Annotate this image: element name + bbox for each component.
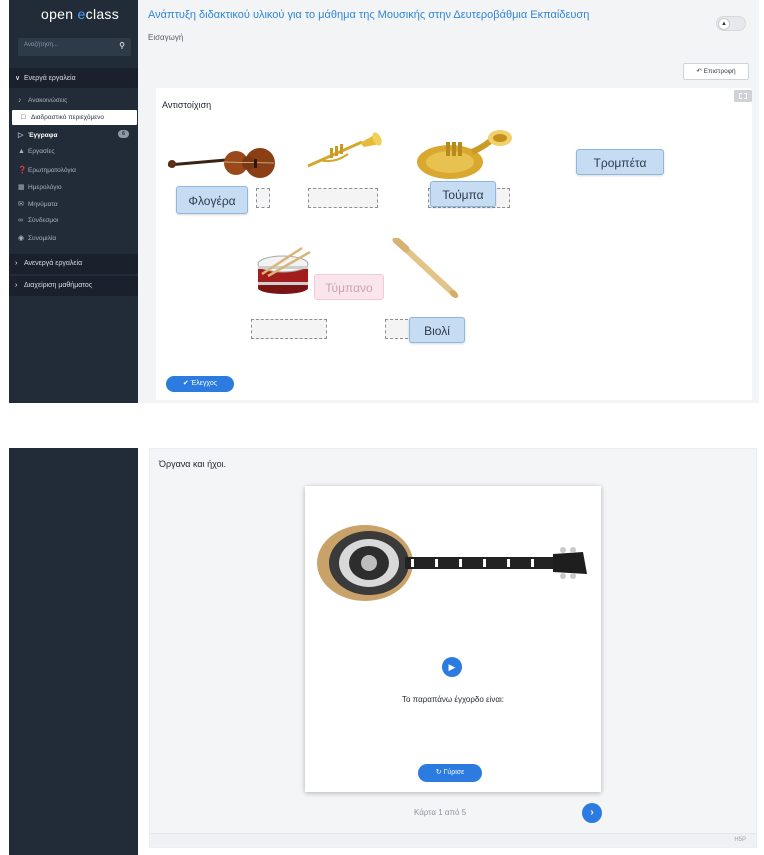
sidebar-section-course-admin[interactable]: › Διαχείριση μαθήματος [9,276,138,296]
sidebar: open eclass Αναζήτηση... ⚲ ∨ Ενεργά εργαλ… [9,0,138,403]
mandolin-image [317,525,587,601]
sidebar-item-messages[interactable]: ✉ Μηνύματα [9,196,138,211]
check-circle-icon: ✔ [182,380,189,387]
flask-icon: ▲ [18,148,25,155]
chevron-right-icon: › [590,807,594,818]
sidebar-section-inactive-tools[interactable]: › Ανενεργά εργαλεία [9,254,138,274]
next-card-button[interactable]: › [582,803,602,823]
sidebar-item-calendar[interactable]: ▦ Ημερολόγιο [9,179,138,194]
section-title: Όργανα και ήχοι. [159,459,227,469]
draggable-trompeta[interactable]: Τρομπέτα [576,149,664,175]
tuba-image [417,130,512,179]
h5p-logo[interactable]: H5P [734,837,746,843]
back-button[interactable]: ↶ Επιστροφή [683,63,749,80]
violin-image [167,148,275,178]
sidebar [9,448,138,855]
breadcrumb: Εισαγωγή [148,33,184,42]
openeclass-logo[interactable]: open eclass [41,6,119,22]
main-content: Ανάπτυξη διδακτικού υλικού για το μάθημα… [138,0,759,403]
trumpet-image [307,132,382,168]
dropzone-drum[interactable] [251,319,327,339]
sidebar-section-active-tools[interactable]: ∨ Ενεργά εργαλεία [9,68,138,88]
megaphone-icon: ♪ [18,97,22,104]
screenshot-flashcards: Όργανα και ήχοι. ▶ Το παραπάνω έγχορδο ε… [9,448,759,855]
chevron-down-icon: ∨ [15,75,21,82]
flashcards-panel: Όργανα και ήχοι. ▶ Το παραπάνω έγχορδο ε… [149,448,757,848]
draggable-touba[interactable]: Τούμπα [430,181,496,207]
student-view-toggle[interactable]: ▲ [716,16,746,31]
refresh-icon: ↻ [435,769,442,776]
calendar-icon: ▦ [18,184,25,191]
draggable-flogera[interactable]: Φλογέρα [176,186,248,214]
graduation-cap-icon: ▲ [718,18,730,30]
sidebar-item-chat[interactable]: ◉ Συνομιλία [9,230,138,245]
card-question: Το παραπάνω έγχορδο είναι: [401,695,505,704]
draggable-violi[interactable]: Βιολί [409,317,465,343]
folder-icon: ▷ [18,132,24,139]
reply-arrow-icon: ↶ [696,68,702,75]
recorder-image [392,238,459,299]
check-button[interactable]: ✔ Έλεγχος [166,376,234,392]
dropzone-violin[interactable] [256,188,270,208]
sidebar-item-assignments[interactable]: ▲ Εργασίες [9,144,138,159]
turn-card-button[interactable]: ↻ Γύρισε [418,764,482,782]
search-icon[interactable]: ⚲ [119,41,125,50]
sidebar-item-questionnaires[interactable]: ❓Ερωτηματολόγια [9,162,138,177]
audio-play-button[interactable]: ▶ [442,657,462,677]
square-icon: □ [21,114,26,121]
documents-count-badge: 6 [118,130,129,138]
chevron-right-icon: › [15,260,18,267]
screenshot-matching-activity: open eclass Αναζήτηση... ⚲ ∨ Ενεργά εργαλ… [9,0,759,403]
speaker-icon: ▶ [448,662,456,672]
fullscreen-icon[interactable] [734,90,752,102]
snare-drum-image [257,246,311,294]
activity-title: Αντιστοίχιση [162,100,212,110]
sidebar-item-documents[interactable]: ▷ Έγγραφα 6 [9,127,138,142]
flashcard: ▶ Το παραπάνω έγχορδο είναι: ↻ Γύρισε [305,486,601,792]
sidebar-item-announcements[interactable]: ♪ Ανακοινώσεις [9,93,138,108]
course-title[interactable]: Ανάπτυξη διδακτικού υλικού για το μάθημα… [148,10,618,21]
dropzone-trumpet[interactable] [308,188,378,208]
envelope-icon: ✉ [18,201,24,208]
question-icon: ❓ [18,167,27,174]
sidebar-item-links[interactable]: ∞ Σύνδεσμοι [9,213,138,228]
link-icon: ∞ [18,217,23,224]
sidebar-item-interactive-content[interactable]: □ Διαδραστικό περιεχόμενο [12,110,137,125]
h5p-footer: H5P [150,833,756,847]
card-counter: Κάρτα 1 από 5 [414,808,467,817]
search-input[interactable]: Αναζήτηση... [24,42,58,48]
chat-icon: ◉ [18,235,25,242]
chevron-right-icon: › [15,282,18,289]
h5p-drag-and-drop: Αντιστοίχιση Φλογέρα Τούμπα Τρομπέτα Τύμ… [156,88,752,400]
draggable-tympano[interactable]: Τύμπανο [314,274,384,300]
sidebar-search[interactable]: Αναζήτηση... ⚲ [18,38,131,56]
